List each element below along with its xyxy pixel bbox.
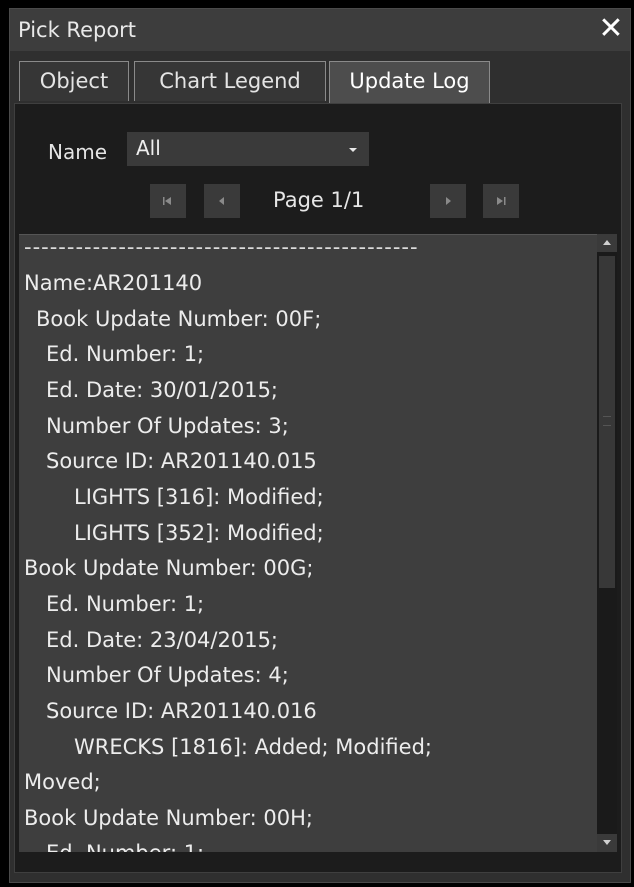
log-line: Ed. Number: 1; (46, 592, 205, 616)
log-line: Moved; (24, 770, 101, 794)
scrollbar-grip (603, 416, 611, 426)
log-line: Number Of Updates: 4; (46, 663, 289, 687)
tab-update-log[interactable]: Update Log (329, 61, 490, 103)
tab-object[interactable]: Object (19, 61, 129, 101)
update-log-panel: Name All Page 1/1 ----------------------… (14, 103, 622, 873)
pick-report-window: Pick Report ✕ Object Chart Legend Update… (9, 8, 631, 883)
prev-page-icon (219, 197, 224, 205)
first-page-icon (163, 197, 171, 205)
arrow-up-icon (603, 240, 611, 245)
log-line: LIGHTS [352]: Modified; (74, 521, 324, 545)
page-indicator: Page 1/1 (273, 188, 365, 212)
name-filter-value: All (136, 136, 161, 160)
update-log-text-area[interactable]: ----------------------------------------… (19, 234, 597, 852)
arrow-down-icon (603, 840, 611, 845)
first-page-button[interactable] (150, 184, 186, 218)
log-line: LIGHTS [316]: Modified; (74, 485, 324, 509)
last-page-button[interactable] (483, 184, 519, 218)
scroll-up-button[interactable] (597, 234, 617, 252)
log-line: Ed. Number: 1; (46, 841, 204, 852)
scroll-down-button[interactable] (597, 834, 617, 852)
log-line: Source ID: AR201140.016 (46, 699, 317, 723)
vertical-scrollbar[interactable] (597, 234, 617, 852)
window-title: Pick Report (18, 18, 137, 42)
chevron-down-icon (349, 148, 357, 152)
log-line: Book Update Number: 00G; (24, 556, 314, 580)
name-filter-select[interactable]: All (127, 132, 369, 166)
next-page-button[interactable] (430, 184, 466, 218)
log-line: Book Update Number: 00F; (36, 307, 322, 331)
log-line: WRECKS [1816]: Added; Modified; (74, 735, 432, 759)
next-page-icon (446, 197, 451, 205)
log-line: Book Update Number: 00H; (24, 806, 313, 830)
close-icon[interactable]: ✕ (596, 13, 626, 45)
scrollbar-thumb[interactable] (599, 256, 615, 588)
log-line: Ed. Date: 23/04/2015; (46, 628, 279, 652)
prev-page-button[interactable] (204, 184, 240, 218)
log-line: Source ID: AR201140.015 (46, 449, 317, 473)
log-line: Number Of Updates: 3; (46, 414, 289, 438)
name-filter-label: Name (48, 140, 108, 164)
log-line: Name:AR201140 (24, 271, 203, 295)
last-page-icon (497, 197, 506, 205)
log-line: Ed. Number: 1; (46, 342, 205, 366)
tab-chart-legend[interactable]: Chart Legend (134, 61, 326, 101)
log-separator: ----------------------------------------… (24, 235, 419, 259)
log-line: Ed. Date: 30/01/2015; (46, 378, 279, 402)
title-bar: Pick Report ✕ (10, 9, 630, 51)
